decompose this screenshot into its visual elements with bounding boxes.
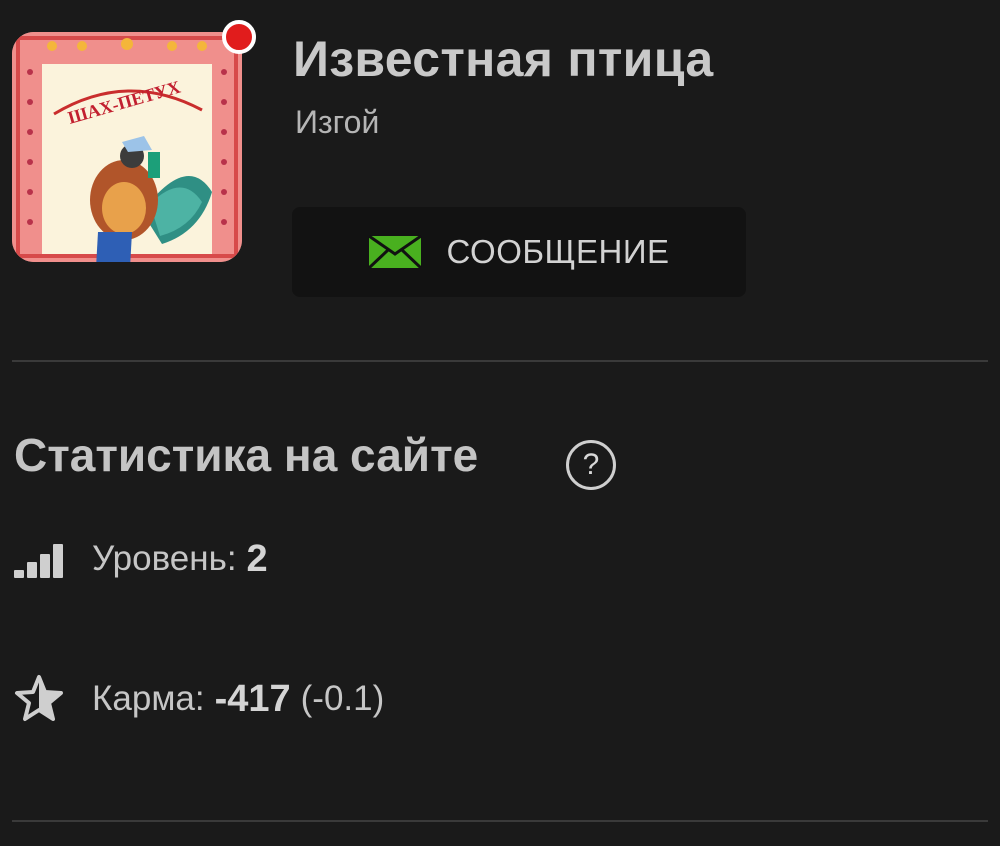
level-value: 2: [246, 537, 268, 580]
karma-value: -417: [214, 677, 291, 720]
signal-bars-icon: [14, 544, 63, 578]
envelope-icon: [368, 235, 423, 269]
avatar[interactable]: ШАХ-ПЕТУХ: [12, 20, 256, 262]
karma-delta: (-0.1): [300, 679, 385, 718]
divider-bottom: [12, 820, 988, 822]
help-icon[interactable]: ?: [566, 440, 616, 490]
profile-status: Изгой: [295, 104, 380, 140]
karma-label: Карма:: [92, 679, 205, 718]
profile-name: Известная птица: [293, 31, 714, 87]
stats-section-title: Статистика на сайте: [14, 429, 479, 481]
level-stat: Уровень: 2: [14, 534, 268, 584]
star-icon: [15, 675, 63, 721]
message-button[interactable]: СООБЩЕНИЕ: [292, 207, 746, 297]
divider: [12, 360, 988, 362]
level-label: Уровень:: [92, 539, 237, 578]
karma-stat: Карма: -417 (-0.1): [14, 674, 384, 724]
avatar-image: ШАХ-ПЕТУХ: [12, 32, 242, 262]
help-glyph: ?: [582, 448, 600, 481]
online-indicator: [222, 20, 256, 54]
profile-page: ШАХ-ПЕТУХ Известная птица Изгой СООБЩЕНИ…: [0, 0, 1000, 846]
message-button-label: СООБЩЕНИЕ: [446, 233, 670, 270]
